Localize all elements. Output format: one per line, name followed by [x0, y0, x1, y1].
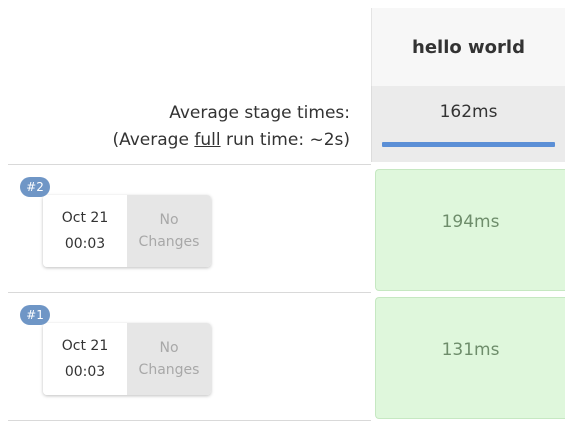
stage-view: hello world Average stage times: (Averag… — [0, 0, 565, 425]
row-divider — [8, 292, 371, 293]
average-full-run-underlined: full — [194, 130, 221, 150]
average-progress-fill — [382, 142, 555, 147]
average-stage-value: 162ms — [439, 102, 498, 122]
stage-header-label: hello world — [412, 36, 525, 58]
build-changes-line1: No — [159, 212, 179, 228]
average-stage-times-title: Average stage times: — [169, 103, 350, 123]
build-changes-line1: No — [159, 340, 179, 356]
build-date-time: Oct 21 00:03 — [43, 323, 127, 395]
row-divider — [8, 164, 371, 165]
average-stage-cell: 162ms — [371, 86, 565, 162]
build-date: Oct 21 — [61, 210, 109, 226]
build-row-2: #2 Oct 21 00:03 No Changes — [8, 168, 371, 292]
average-full-run-time: (Average full run time: ~2s) — [112, 127, 350, 154]
average-full-run-prefix: (Average — [112, 130, 195, 150]
build-time: 00:03 — [64, 364, 106, 380]
build-changes[interactable]: No Changes — [127, 195, 211, 267]
average-progress-bar — [382, 142, 555, 147]
stage-cell-time: 194ms — [441, 212, 500, 232]
build-date: Oct 21 — [61, 338, 109, 354]
row-divider — [8, 420, 371, 421]
average-full-run-suffix: run time: ~2s) — [220, 130, 350, 150]
build-card[interactable]: Oct 21 00:03 No Changes — [43, 195, 211, 267]
build-date-time: Oct 21 00:03 — [43, 195, 127, 267]
stage-header-hello-world[interactable]: hello world — [371, 8, 565, 86]
build-row-1: #1 Oct 21 00:03 No Changes — [8, 296, 371, 420]
build-changes-line2: Changes — [138, 362, 200, 378]
build-time: 00:03 — [64, 236, 106, 252]
build-card[interactable]: Oct 21 00:03 No Changes — [43, 323, 211, 395]
stage-cell-time: 131ms — [441, 340, 500, 360]
build-number-badge[interactable]: #2 — [20, 177, 50, 197]
build-changes[interactable]: No Changes — [127, 323, 211, 395]
stage-cell-build-2[interactable]: 194ms — [375, 169, 565, 291]
build-changes-line2: Changes — [138, 234, 200, 250]
stage-cell-build-1[interactable]: 131ms — [375, 297, 565, 419]
build-number-badge[interactable]: #1 — [20, 305, 50, 325]
average-stage-times-label: Average stage times: (Average full run t… — [112, 100, 350, 154]
